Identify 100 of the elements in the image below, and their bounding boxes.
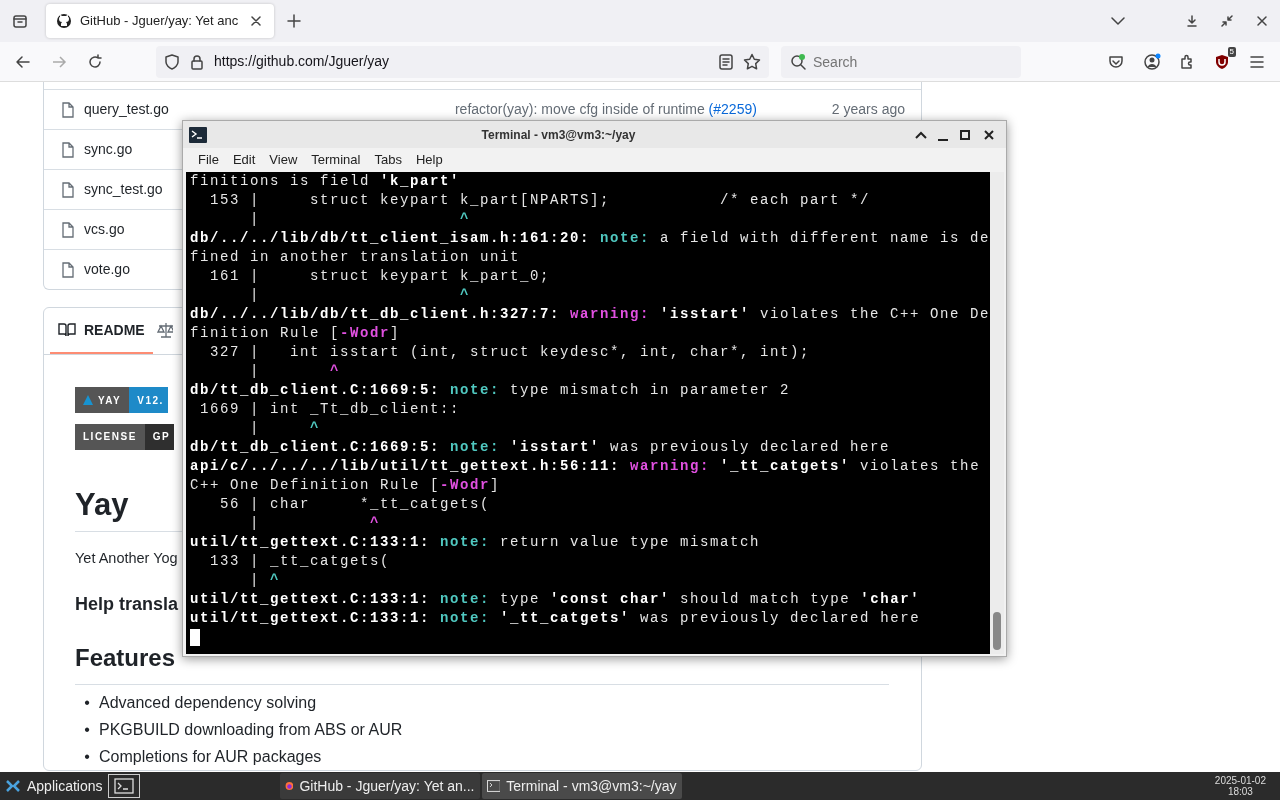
pocket-icon xyxy=(1108,53,1124,70)
reader-view-icon[interactable] xyxy=(719,53,733,70)
address-bar[interactable]: https://github.com/Jguer/yay xyxy=(156,45,769,78)
reload-icon xyxy=(87,53,103,70)
terminal-line: | ^ xyxy=(249,362,342,381)
maximize-icon xyxy=(960,129,970,140)
taskbar-window-button[interactable]: GitHub - Jguer/yay: Yet an... xyxy=(279,773,480,799)
tab-title: GitHub - Jguer/yay: Yet anc xyxy=(80,12,240,31)
star-icon[interactable] xyxy=(743,52,761,71)
feature-item: Advanced dependency solving xyxy=(99,693,317,714)
chevron-up-icon xyxy=(915,130,927,139)
bullet: • xyxy=(83,720,91,741)
terminal-line: | ^ xyxy=(249,286,472,305)
section-heading: Help transla xyxy=(75,593,179,617)
minimize-icon xyxy=(1186,15,1198,27)
terminal-line: fined in another translation unit xyxy=(190,248,522,267)
search-field[interactable]: Search xyxy=(781,45,1021,78)
applications-menu[interactable]: Applications xyxy=(0,773,108,799)
menu-item[interactable]: Terminal xyxy=(304,150,368,170)
addon-count-badge: 5 xyxy=(1227,46,1236,57)
close-icon xyxy=(984,129,994,140)
forward-arrow-icon xyxy=(51,53,67,70)
xfce-logo-icon xyxy=(5,778,21,794)
url-text: https://github.com/Jguer/yay xyxy=(214,52,391,71)
menu-icon xyxy=(1249,54,1265,69)
commit-age: 2 years ago xyxy=(831,100,905,119)
terminal-line: db/tt_db_client.C:1669:5: note: type mismatch in parameter 2 xyxy=(190,381,792,400)
file-icon xyxy=(60,261,76,278)
menu-item[interactable]: Edit xyxy=(225,150,263,170)
terminal-line: | ^ xyxy=(249,514,382,533)
taskbar-window-button[interactable]: Terminal - vm3@vm3:~/yay xyxy=(481,773,682,799)
menu-item[interactable]: File xyxy=(191,150,226,170)
shield-icon xyxy=(1214,53,1230,70)
terminal-line: | ^ xyxy=(249,210,472,229)
clock-time: 18:03 xyxy=(1226,786,1254,797)
readme-tab[interactable]: README xyxy=(50,308,153,354)
close-icon xyxy=(251,16,261,26)
badge-value: V12. xyxy=(129,387,168,413)
lock-icon xyxy=(190,53,204,70)
terminal-line: | ^ xyxy=(249,419,322,438)
terminal-line: util/tt_gettext.C:133:1: note: '_tt_catgets' was previously declared here xyxy=(190,609,922,628)
search-icon xyxy=(789,52,807,71)
terminal-icon xyxy=(189,126,207,143)
shield-icon xyxy=(164,53,180,70)
feature-item: PKGBUILD downloading from ABS or AUR xyxy=(99,720,403,741)
clock-date: 2025-01-02 xyxy=(1214,775,1266,786)
terminal-line: 327 | int isstart (int, struct keydesc*, int, char*, int); xyxy=(209,343,812,362)
collapse-icon xyxy=(1221,15,1233,27)
terminal-launcher[interactable] xyxy=(107,774,140,798)
menu-item[interactable]: Help xyxy=(408,150,450,170)
terminal-line: util/tt_gettext.C:133:1: note: type 'const char' should match type 'char' xyxy=(190,590,922,609)
terminal-line: 1669 | int _Tt_db_client:: xyxy=(199,400,462,419)
file-name[interactable]: sync_test.go xyxy=(84,179,163,200)
ublock-button[interactable]: 5 xyxy=(1206,45,1238,78)
file-name[interactable]: vote.go xyxy=(84,259,130,280)
terminal-line: 56 | char *_tt_catgets( xyxy=(219,495,492,514)
tab-list-icon xyxy=(12,13,28,29)
browser-tab[interactable]: GitHub - Jguer/yay: Yet anc xyxy=(46,4,274,38)
scale-icon xyxy=(156,322,173,338)
commit-link[interactable]: (#2259) xyxy=(708,101,757,117)
account-icon xyxy=(1143,52,1161,71)
readme-paragraph: Yet Another Yog xyxy=(75,548,178,568)
terminal-line: finitions is field 'k_part' xyxy=(190,172,462,191)
file-name[interactable]: query_test.go xyxy=(84,99,169,120)
terminal-line: 153 | struct keypart k_part[NPARTS]; /* each part */ xyxy=(209,191,872,210)
file-icon xyxy=(60,101,76,118)
menu-item[interactable]: Tabs xyxy=(367,150,409,170)
file-icon xyxy=(60,181,76,198)
bullet: • xyxy=(83,693,91,714)
terminal-line: db/tt_db_client.C:1669:5: note: 'isstart' was previously declared here xyxy=(190,438,892,457)
terminal-line: | ^ xyxy=(249,571,282,590)
terminal-line: api/c/../../../lib/util/tt_gettext.h:56:11: warning: '_tt_catgets' violates the xyxy=(190,457,982,476)
terminal-icon xyxy=(486,780,501,792)
menu-item[interactable]: View xyxy=(262,150,305,170)
close-icon xyxy=(1256,15,1268,27)
terminal-line: db/../../lib/db/tt_client_isam.h:161:20: note: a field with different name is de xyxy=(190,229,990,248)
window-title: Terminal - vm3@vm3:~/yay xyxy=(480,126,637,144)
terminal-line: 161 | struct keypart k_part_0; xyxy=(209,267,552,286)
back-arrow-icon xyxy=(15,53,31,70)
terminal-line: 133 | _tt_catgets( xyxy=(209,552,392,571)
badge-value: GP xyxy=(144,423,175,450)
scrollbar[interactable] xyxy=(990,172,1004,654)
file-name[interactable]: vcs.go xyxy=(84,219,125,240)
plus-icon xyxy=(287,14,301,28)
minimize-icon xyxy=(938,138,948,141)
feature-item: Completions for AUR packages xyxy=(99,747,322,768)
file-name[interactable]: sync.go xyxy=(84,139,133,160)
tab-close-button[interactable] xyxy=(248,13,264,29)
file-icon xyxy=(60,141,76,158)
badge-label: YAY xyxy=(98,393,122,408)
text-cursor xyxy=(190,629,200,646)
terminal-line: util/tt_gettext.C:133:1: note: return value type mismatch xyxy=(190,533,762,552)
terminal-line: finition Rule [-Wodr] xyxy=(190,324,402,343)
bullet: • xyxy=(83,747,91,768)
terminal-line: db/../../lib/db/tt_db_client.h:327:7: warning: 'isstart' violates the C++ One De xyxy=(190,305,990,324)
file-icon xyxy=(60,221,76,238)
terminal-icon xyxy=(113,778,134,794)
chevron-down-icon xyxy=(1111,16,1125,26)
commit-message: refactor(yay): move cfg inside of runtime (#2259) xyxy=(453,100,758,119)
puzzle-icon xyxy=(1179,53,1195,70)
